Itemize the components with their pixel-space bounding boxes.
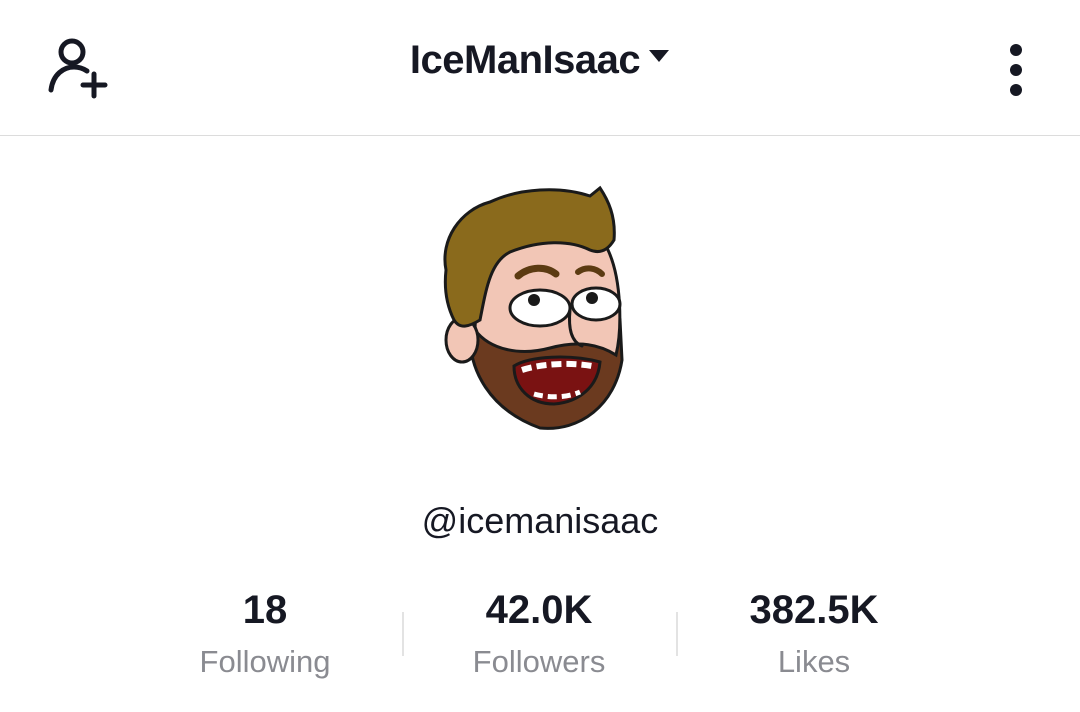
avatar[interactable] [430, 180, 640, 440]
vertical-ellipsis-icon [1010, 44, 1022, 96]
cartoon-bearded-man-avatar [443, 185, 624, 430]
more-options-button[interactable] [996, 42, 1036, 98]
likes-count: 382.5K [749, 588, 879, 632]
account-switcher[interactable]: IceManIsaac [0, 38, 1080, 83]
profile-username-title: IceManIsaac [409, 38, 641, 82]
likes-label: Likes [777, 644, 851, 679]
stat-divider [402, 612, 404, 656]
followers-label: Followers [472, 644, 606, 679]
stat-following[interactable]: 18 Following [145, 584, 385, 682]
profile-handle: @icemanisaac [421, 500, 659, 541]
profile-stats: 18 Following 42.0K Followers 382.5K Like… [0, 584, 1080, 694]
stat-followers[interactable]: 42.0K Followers [419, 584, 659, 682]
top-bar: IceManIsaac [0, 0, 1080, 136]
stat-divider [676, 612, 678, 656]
stat-likes[interactable]: 382.5K Likes [694, 584, 934, 682]
following-label: Following [199, 644, 331, 679]
following-count: 18 [242, 588, 288, 632]
caret-down-icon [648, 48, 670, 69]
followers-count: 42.0K [485, 588, 593, 632]
